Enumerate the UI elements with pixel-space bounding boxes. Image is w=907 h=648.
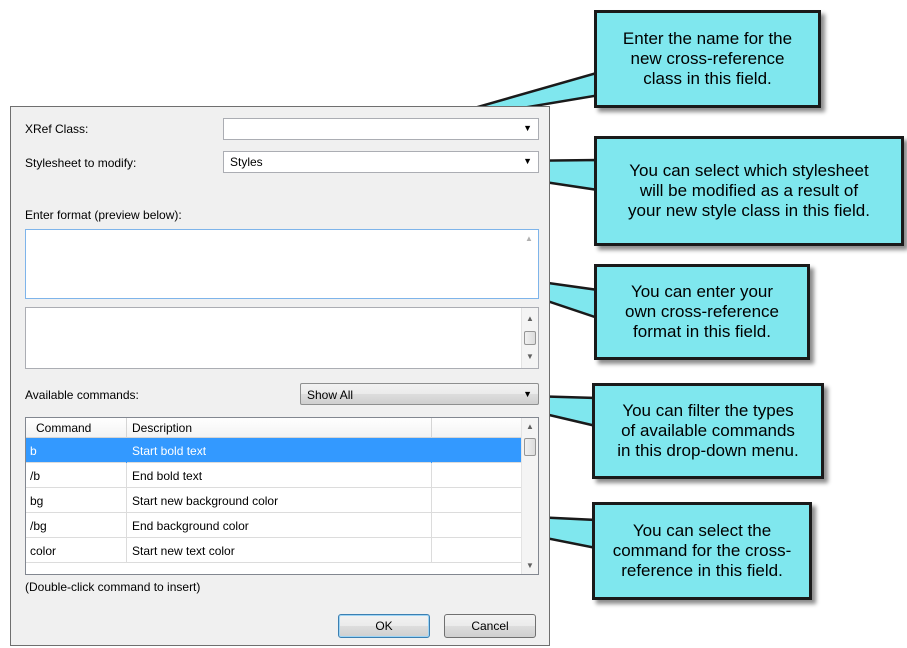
command-cell: /bg <box>30 519 47 533</box>
scroll-up-icon[interactable]: ▲ <box>522 422 538 431</box>
command-cell: /b <box>30 469 41 483</box>
description-cell: End bold text <box>132 469 203 483</box>
format-preview: ▲ ▼ <box>25 307 539 369</box>
callout-stylesheet: You can select which stylesheet will be … <box>594 136 904 246</box>
insert-hint: (Double-click command to insert) <box>25 580 201 594</box>
dropdown-arrow-icon[interactable]: ▼ <box>523 156 532 166</box>
command-cell: bg <box>30 494 44 508</box>
dropdown-arrow-icon[interactable]: ▼ <box>523 389 532 399</box>
description-cell: Start new text color <box>132 544 235 558</box>
scroll-up-icon[interactable]: ▲ <box>522 314 538 323</box>
stylesheet-value: Styles <box>230 155 263 169</box>
command-cell: b <box>30 444 37 458</box>
ok-button[interactable]: OK <box>338 614 430 638</box>
description-cell: End background color <box>132 519 249 533</box>
description-cell: Start new background color <box>132 494 279 508</box>
xref-class-combo[interactable]: ▼ <box>223 118 539 140</box>
xref-class-dialog: XRef Class: ▼ Stylesheet to modify: Styl… <box>10 106 550 646</box>
format-input[interactable]: ▲ <box>25 229 539 299</box>
filter-value: Show All <box>307 388 354 402</box>
callout-text: You can select the command for the cross… <box>612 521 792 580</box>
dropdown-arrow-icon[interactable]: ▼ <box>523 123 532 133</box>
preview-scrollbar[interactable]: ▲ ▼ <box>521 308 538 368</box>
callout-text: You can select which stylesheet will be … <box>628 161 870 220</box>
cancel-button[interactable]: Cancel <box>444 614 536 638</box>
table-scrollbar[interactable]: ▲ ▼ <box>521 418 538 574</box>
description-cell: Start bold text <box>132 444 207 458</box>
scroll-up-icon[interactable]: ▲ <box>521 234 537 243</box>
stylesheet-label: Stylesheet to modify: <box>25 156 137 170</box>
scroll-down-icon[interactable]: ▼ <box>522 561 538 570</box>
enter-format-label: Enter format (preview below): <box>25 208 182 222</box>
callout-command: You can select the command for the cross… <box>592 502 812 600</box>
commands-table[interactable]: Command Description b Start bold text /b… <box>25 417 539 575</box>
table-row[interactable]: bg Start new background color <box>26 488 523 513</box>
table-row[interactable]: b Start bold text <box>26 438 523 463</box>
scroll-down-icon[interactable]: ▼ <box>522 352 538 361</box>
xref-class-label: XRef Class: <box>25 122 89 136</box>
table-row[interactable]: /bg End background color <box>26 513 523 538</box>
table-row[interactable]: /b End bold text <box>26 463 523 488</box>
callout-filter: You can filter the types of available co… <box>592 383 824 479</box>
available-commands-label: Available commands: <box>25 388 139 402</box>
callout-text: You can filter the types of available co… <box>617 401 799 460</box>
callout-text: You can enter your own cross-reference f… <box>624 282 779 341</box>
table-header: Command Description <box>26 418 523 438</box>
command-filter-dropdown[interactable]: Show All ▼ <box>300 383 539 405</box>
table-row[interactable]: color Start new text color <box>26 538 523 563</box>
command-cell: color <box>30 544 57 558</box>
stylesheet-combo[interactable]: Styles ▼ <box>223 151 539 173</box>
column-header-description[interactable]: Description <box>132 421 192 435</box>
scroll-thumb[interactable] <box>524 438 536 456</box>
format-scrollbar[interactable]: ▲ <box>521 230 538 298</box>
callout-xref-class: Enter the name for the new cross-referen… <box>594 10 821 108</box>
callout-format: You can enter your own cross-reference f… <box>594 264 810 360</box>
column-header-command[interactable]: Command <box>36 421 91 435</box>
callout-text: Enter the name for the new cross-referen… <box>622 29 793 88</box>
scroll-thumb[interactable] <box>524 331 536 345</box>
